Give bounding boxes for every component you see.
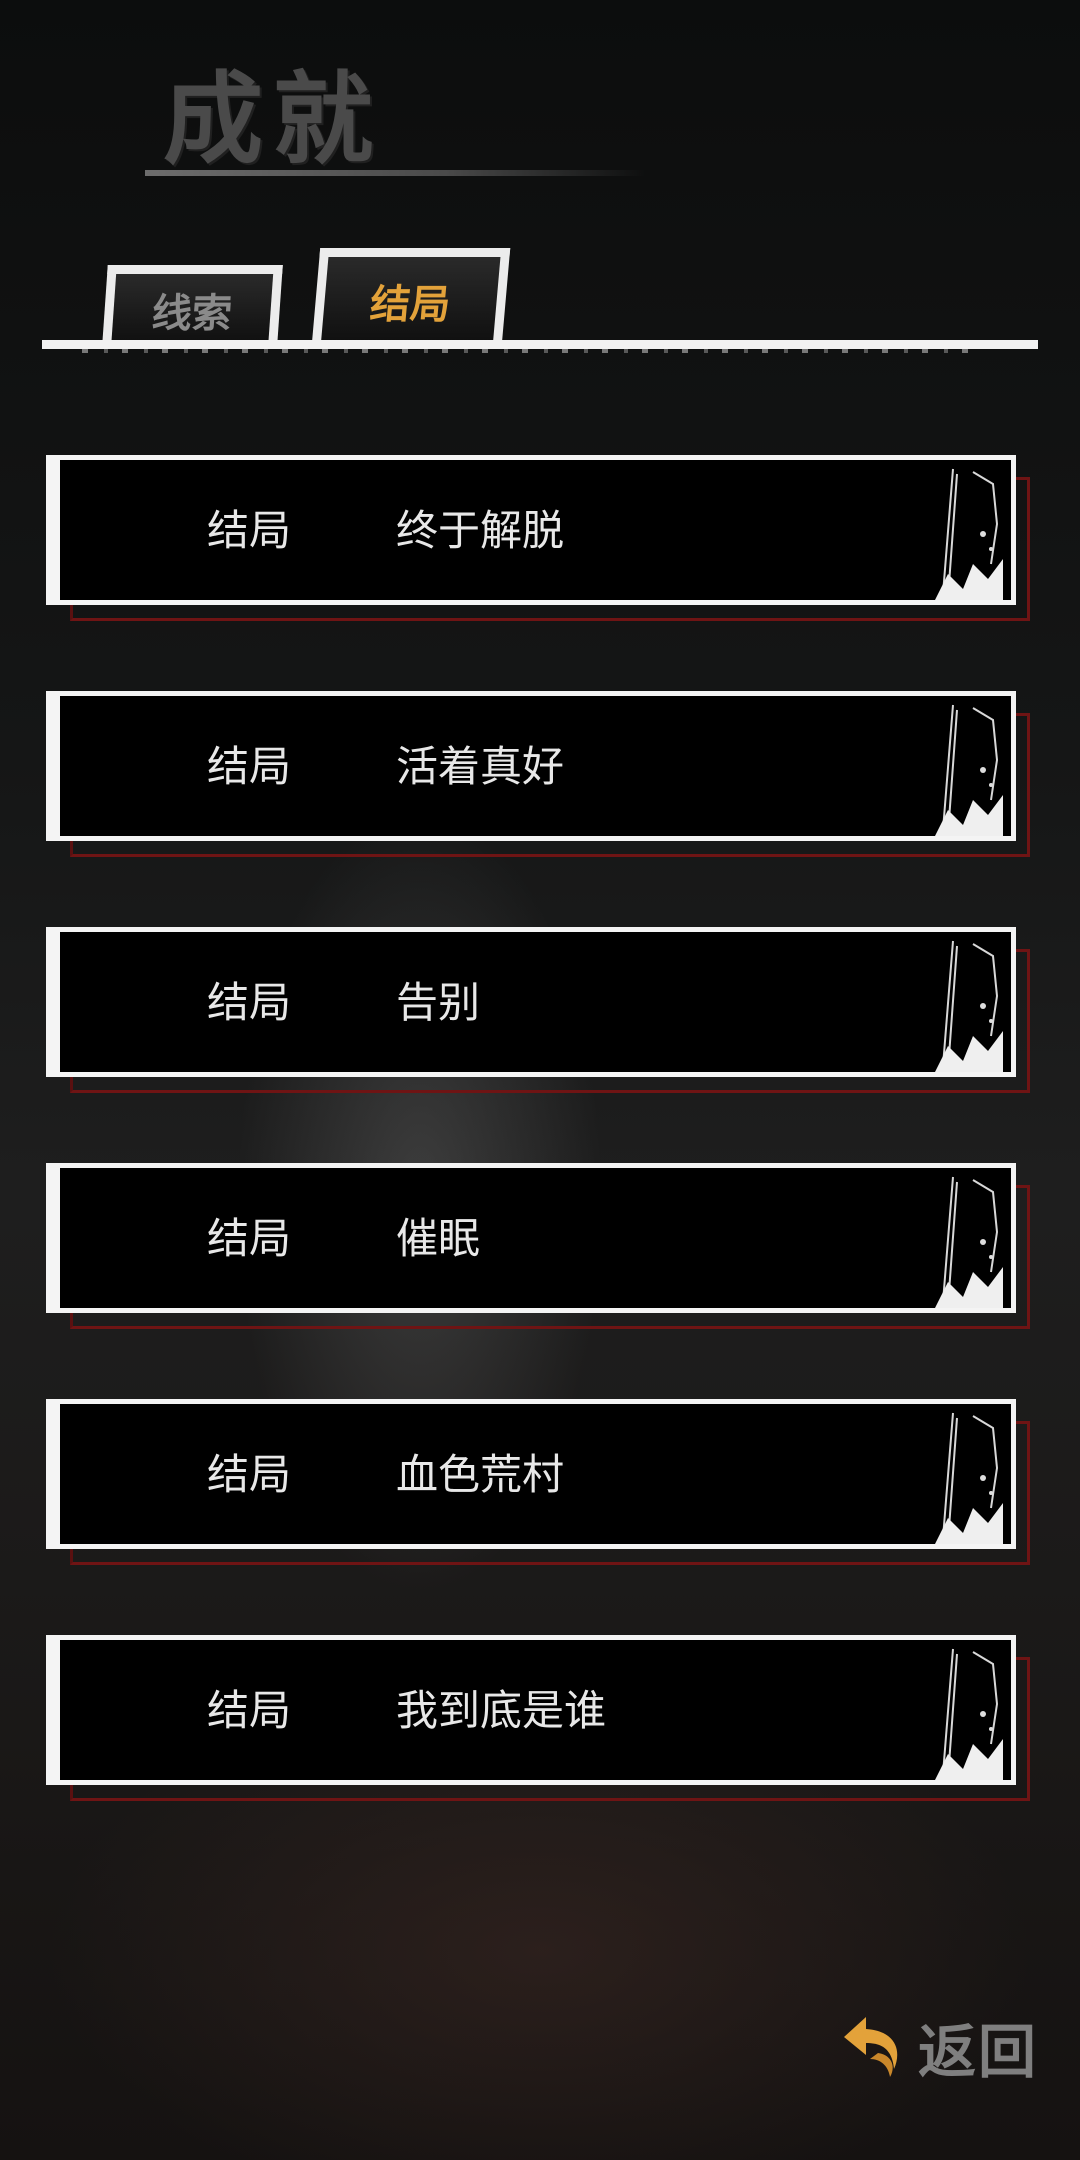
- back-button[interactable]: 返回: [836, 2002, 1046, 2092]
- scratch-decoration-icon: [935, 468, 1003, 600]
- ending-card[interactable]: 结局 我到底是谁: [46, 1635, 1030, 1801]
- ending-name: 告别: [396, 978, 481, 1027]
- ending-name: 催眠: [396, 1214, 481, 1263]
- back-label: 返回: [918, 2018, 1039, 2086]
- ending-card[interactable]: 结局 告别: [46, 927, 1030, 1093]
- ending-card[interactable]: 结局 血色荒村: [46, 1399, 1030, 1565]
- ending-name: 我到底是谁: [396, 1686, 607, 1735]
- ending-label: 结局: [207, 1450, 292, 1499]
- ending-label: 结局: [207, 1214, 292, 1263]
- ending-label: 结局: [207, 1686, 292, 1735]
- ending-name: 终于解脱: [396, 506, 565, 555]
- ending-list: 结局 终于解脱 结局 活着真好 结局 告别 结局 催眠 结局 血色荒村 结局 我…: [0, 0, 1080, 1801]
- scratch-decoration-icon: [935, 1648, 1003, 1780]
- ending-name: 活着真好: [396, 742, 565, 791]
- card-face: 结局 告别: [46, 927, 1016, 1077]
- ending-card[interactable]: 结局 催眠: [46, 1163, 1030, 1329]
- card-face: 结局 血色荒村: [46, 1399, 1016, 1549]
- scratch-decoration-icon: [935, 1176, 1003, 1308]
- return-arrow-icon: [844, 2017, 898, 2077]
- card-face: 结局 我到底是谁: [46, 1635, 1016, 1785]
- scratch-decoration-icon: [935, 940, 1003, 1072]
- ending-card[interactable]: 结局 活着真好: [46, 691, 1030, 857]
- ending-label: 结局: [207, 742, 292, 791]
- ending-card[interactable]: 结局 终于解脱: [46, 455, 1030, 621]
- card-face: 结局 活着真好: [46, 691, 1016, 841]
- ending-label: 结局: [207, 978, 292, 1027]
- card-face: 结局 催眠: [46, 1163, 1016, 1313]
- card-face: 结局 终于解脱: [46, 455, 1016, 605]
- ending-label: 结局: [207, 506, 292, 555]
- scratch-decoration-icon: [935, 1412, 1003, 1544]
- ending-name: 血色荒村: [396, 1450, 565, 1499]
- scratch-decoration-icon: [935, 704, 1003, 836]
